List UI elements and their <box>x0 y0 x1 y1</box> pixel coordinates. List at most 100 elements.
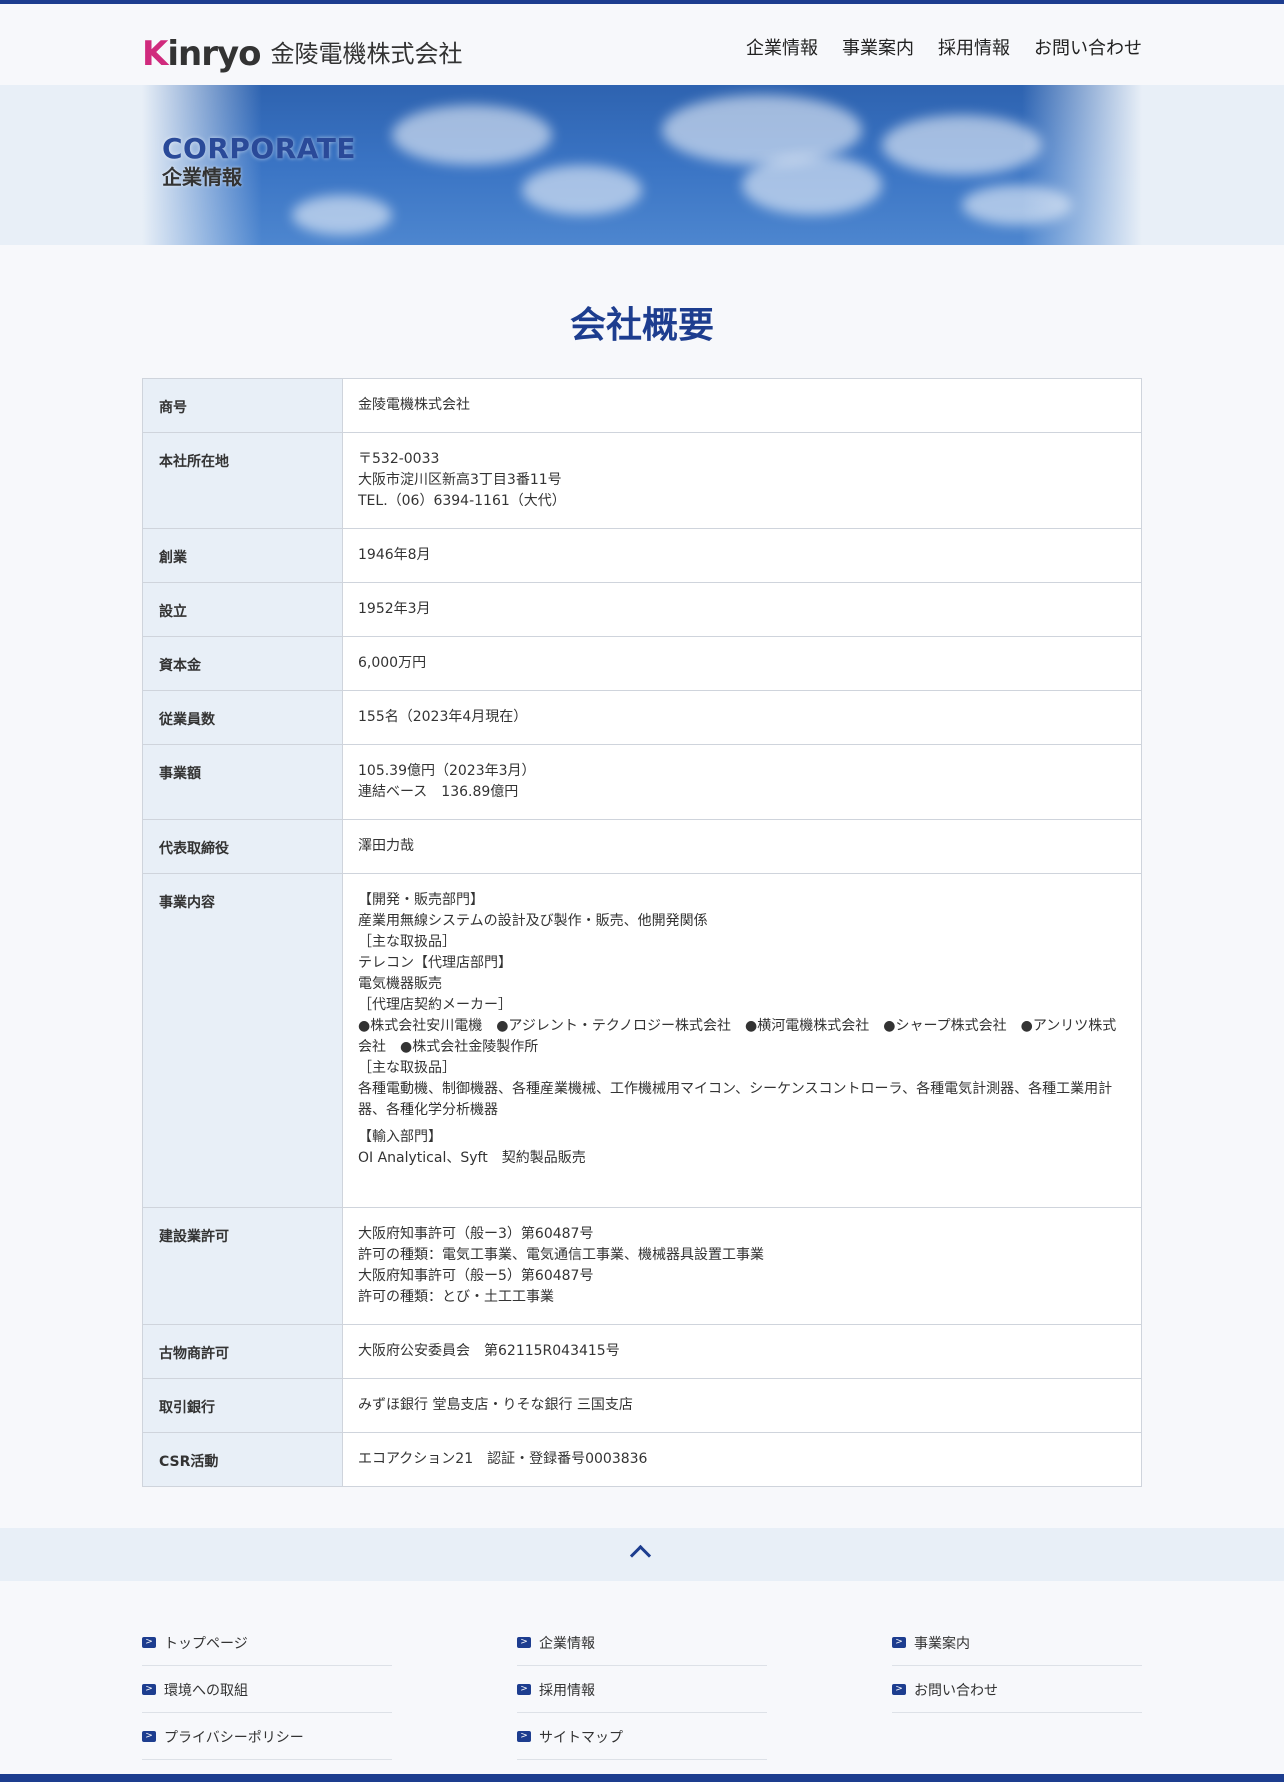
overview-value-line: ［代理店契約メーカー］ <box>358 997 512 1013</box>
chevron-up-icon <box>629 1544 652 1567</box>
overview-value: 1952年3月 <box>342 582 1142 637</box>
chevron-right-icon: > <box>517 1731 531 1742</box>
overview-value: 澤田力哉 <box>342 819 1142 874</box>
overview-value: エコアクション21 認証・登録番号0003836 <box>342 1432 1142 1487</box>
overview-row: 古物商許可 大阪府公安委員会 第62115R043415号 <box>142 1324 1142 1379</box>
overview-value-line: エコアクション21 認証・登録番号0003836 <box>358 1451 648 1467</box>
overview-row: 資本金 6,000万円 <box>142 636 1142 691</box>
overview-row: 本社所在地 〒532-0033 大阪市淀川区新高3丁目3番11号 TEL.（06）63… <box>142 432 1142 529</box>
overview-row: 事業内容 【開発・販売部門】産業用無線システムの設計及び製作・販売、他開発関係 ［主… <box>142 873 1142 1208</box>
overview-value-line: TEL.（06）6394-1161（大代） <box>358 493 566 509</box>
overview-label: 本社所在地 <box>142 432 343 529</box>
overview-value-line: 105.39億円（2023年3月） <box>358 763 536 779</box>
footer-column: > 事業案内 > お問い合わせ <box>892 1620 1142 1714</box>
overview-value: 大阪府公安委員会 第62115R043415号 <box>342 1324 1142 1379</box>
overview-row: 代表取締役 澤田力哉 <box>142 819 1142 874</box>
overview-value-line: 澤田力哉 <box>358 838 414 854</box>
footer-link[interactable]: > プライバシーポリシー <box>142 1714 392 1760</box>
nav-contact[interactable]: お問い合わせ <box>1034 34 1142 60</box>
footer-link[interactable]: > 環境への取組 <box>142 1667 392 1713</box>
overview-value-line: 大阪市淀川区新高3丁目3番11号 <box>358 472 562 488</box>
footer-column: > トップページ > 環境への取組 > プライバシーポリシー <box>142 1620 392 1761</box>
overview-value: 【開発・販売部門】産業用無線システムの設計及び製作・販売、他開発関係 ［主な取扱品… <box>342 873 1142 1208</box>
overview-label: 代表取締役 <box>142 819 343 874</box>
overview-value-line: みずほ銀行 堂島支店・りそな銀行 三国支店 <box>358 1397 633 1413</box>
footer-link-label: プライバシーポリシー <box>164 1729 304 1746</box>
footer-link-label: サイトマップ <box>539 1729 623 1746</box>
overview-value: 〒532-0033 大阪市淀川区新高3丁目3番11号 TEL.（06）6394-11… <box>342 432 1142 529</box>
footer-link[interactable]: > 事業案内 <box>892 1620 1142 1666</box>
company-overview-table: 商号 金陵電機株式会社 本社所在地 〒532-0033 大阪市淀川区新高3丁目3番11号… <box>142 378 1142 1487</box>
footer-link-label: 企業情報 <box>539 1635 595 1652</box>
overview-label: 創業 <box>142 528 343 583</box>
chevron-right-icon: > <box>142 1731 156 1742</box>
overview-value-line: 電気機器販売 <box>358 976 442 992</box>
overview-value-line: ［主な取扱品］ <box>358 934 456 950</box>
back-to-top-button[interactable] <box>0 1528 1284 1581</box>
chevron-right-icon: > <box>142 1637 156 1648</box>
nav-business[interactable]: 事業案内 <box>842 34 914 60</box>
overview-value-line: 各種電動機、制御機器、各種産業機械、工作機械用マイコン、シーケンスコントローラ、… <box>358 1081 1113 1118</box>
overview-value-line: ●株式会社安川電機 ●アジレント・テクノロジー株式会社 ●横河電機株式会社 ●シ… <box>358 1018 1117 1055</box>
nav-corporate[interactable]: 企業情報 <box>746 34 818 60</box>
overview-value-line: 産業用無線システムの設計及び製作・販売、他開発関係 <box>358 913 708 929</box>
overview-label: 建設業許可 <box>142 1207 343 1325</box>
overview-label: 資本金 <box>142 636 343 691</box>
overview-value-line: 6,000万円 <box>358 655 427 671</box>
global-nav: 企業情報 事業案内 採用情報 お問い合わせ <box>746 34 1142 60</box>
overview-value-line: 1946年8月 <box>358 547 431 563</box>
footer-link-label: 採用情報 <box>539 1682 595 1699</box>
overview-value-line: OI Analytical、Syft 契約製品販売 <box>358 1150 586 1166</box>
overview-label: 取引銀行 <box>142 1378 343 1433</box>
overview-value-line: 〒532-0033 <box>358 451 440 467</box>
site-logo[interactable]: Kinryo 金陵電機株式会社 <box>142 34 463 74</box>
overview-value-line: 155名（2023年4月現在） <box>358 709 528 725</box>
overview-row: 創業 1946年8月 <box>142 528 1142 583</box>
overview-label: CSR活動 <box>142 1432 343 1487</box>
page-title: 会社概要 <box>569 305 714 346</box>
overview-value: 大阪府知事許可（般ー3）第60487号 許可の種類：電気工事業、電気通信工事業、機… <box>342 1207 1142 1325</box>
bottom-accent-bar <box>0 1774 1284 1782</box>
overview-label: 事業内容 <box>142 873 343 1208</box>
overview-value: 6,000万円 <box>342 636 1142 691</box>
overview-row: 取引銀行 みずほ銀行 堂島支店・りそな銀行 三国支店 <box>142 1378 1142 1433</box>
chevron-right-icon: > <box>517 1637 531 1648</box>
chevron-right-icon: > <box>142 1684 156 1695</box>
overview-label: 従業員数 <box>142 690 343 745</box>
overview-row: 商号 金陵電機株式会社 <box>142 378 1142 433</box>
overview-value-line: 金陵電機株式会社 <box>358 397 470 413</box>
footer-link[interactable]: > トップページ <box>142 1620 392 1666</box>
overview-value-line: 1952年3月 <box>358 601 431 617</box>
overview-value-line: 許可の種類：とび・土工工事業 <box>358 1289 554 1305</box>
overview-value-line: 連結ベース 136.89億円 <box>358 784 519 800</box>
overview-label: 商号 <box>142 378 343 433</box>
footer-link-label: 事業案内 <box>914 1635 970 1652</box>
overview-value-line: 大阪府公安委員会 第62115R043415号 <box>358 1343 620 1359</box>
footer-link-label: トップページ <box>164 1635 248 1652</box>
logo-mark: Kinryo <box>142 34 262 74</box>
overview-value-line: 【開発・販売部門】 <box>358 892 484 908</box>
overview-row: 従業員数 155名（2023年4月現在） <box>142 690 1142 745</box>
footer-link[interactable]: > 採用情報 <box>517 1667 767 1713</box>
page-banner: CORPORATE 企業情報 <box>0 85 1284 245</box>
overview-value-line: 許可の種類：電気工事業、電気通信工事業、機械器具設置工事業 <box>358 1247 764 1263</box>
footer-link[interactable]: > お問い合わせ <box>892 1667 1142 1713</box>
overview-value: 1946年8月 <box>342 528 1142 583</box>
overview-value-line: 大阪府知事許可（般ー5）第60487号 <box>358 1268 594 1284</box>
overview-value: 金陵電機株式会社 <box>342 378 1142 433</box>
chevron-right-icon: > <box>517 1684 531 1695</box>
nav-recruit[interactable]: 採用情報 <box>938 34 1010 60</box>
overview-value: 155名（2023年4月現在） <box>342 690 1142 745</box>
footer-link[interactable]: > 企業情報 <box>517 1620 767 1666</box>
overview-value: みずほ銀行 堂島支店・りそな銀行 三国支店 <box>342 1378 1142 1433</box>
overview-value-line: 【輸入部門】 <box>358 1129 442 1145</box>
overview-value-line: ［主な取扱品］ <box>358 1060 456 1076</box>
overview-value-line: テレコン【代理店部門】 <box>358 955 512 971</box>
footer-link-label: お問い合わせ <box>914 1682 998 1699</box>
banner-title: CORPORATE 企業情報 <box>162 135 356 188</box>
footer-link[interactable]: > サイトマップ <box>517 1714 767 1760</box>
overview-value: 105.39億円（2023年3月） 連結ベース 136.89億円 <box>342 744 1142 820</box>
site-header: Kinryo 金陵電機株式会社 企業情報 事業案内 採用情報 お問い合わせ <box>0 4 1284 85</box>
overview-row: 建設業許可 大阪府知事許可（般ー3）第60487号 許可の種類：電気工事業、電気通信… <box>142 1207 1142 1325</box>
overview-label: 古物商許可 <box>142 1324 343 1379</box>
